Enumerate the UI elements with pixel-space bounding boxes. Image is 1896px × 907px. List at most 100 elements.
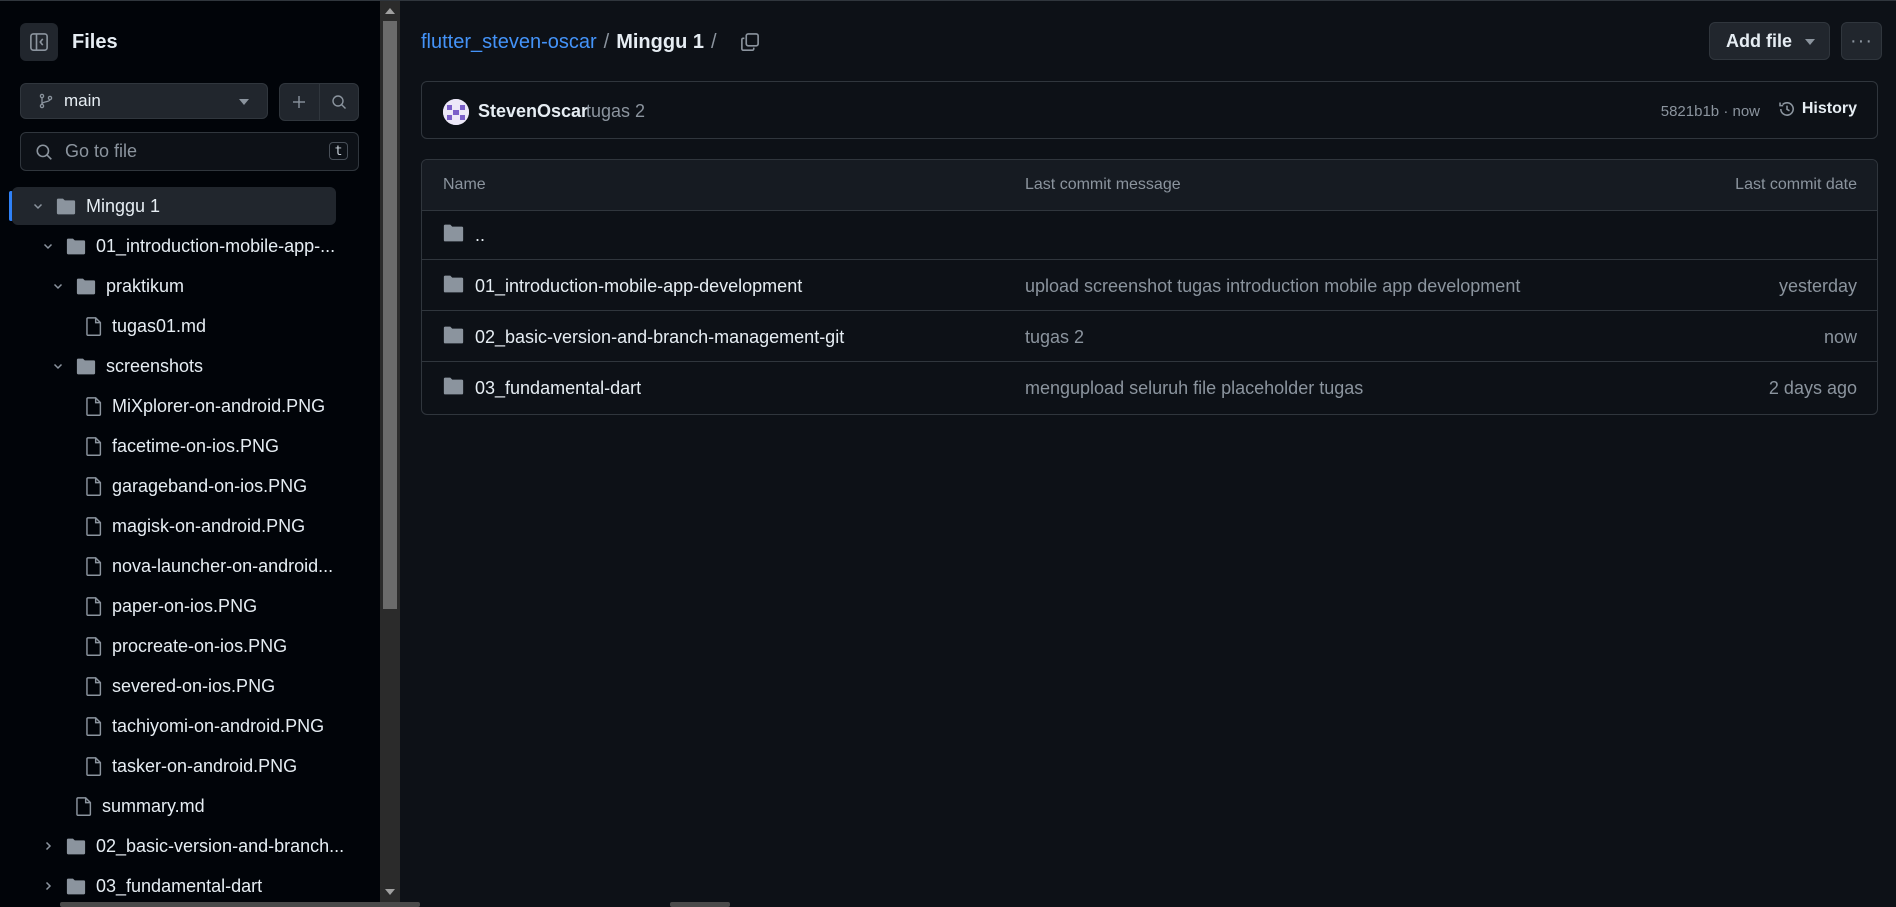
table-row[interactable]: 03_fundamental-dart mengupload seluruh f… xyxy=(422,363,1877,413)
tree-item-label: tasker-on-android.PNG xyxy=(112,755,298,776)
copy-path-button[interactable] xyxy=(740,32,760,52)
tree-folder[interactable]: Minggu 1 xyxy=(12,187,336,225)
more-options-button[interactable]: ··· xyxy=(1841,22,1882,60)
sidebar-title: Files xyxy=(72,30,118,53)
identicon-icon xyxy=(443,99,469,125)
chevron-down-icon[interactable] xyxy=(50,278,66,294)
sidebar-header: Files xyxy=(20,23,118,61)
tree-file[interactable]: procreate-on-ios.PNG xyxy=(0,627,287,665)
tree-folder[interactable]: screenshots xyxy=(0,347,203,385)
go-to-file-input[interactable]: Go to file t xyxy=(20,132,359,171)
tree-file[interactable]: tugas01.md xyxy=(0,307,206,345)
row-name[interactable]: 03_fundamental-dart xyxy=(475,378,641,399)
horizontal-scrollbar-thumb[interactable] xyxy=(60,902,420,907)
folder-icon xyxy=(443,275,464,293)
file-icon xyxy=(76,796,92,816)
tree-item-label: facetime-on-ios.PNG xyxy=(112,435,280,456)
row-name[interactable]: 01_introduction-mobile-app-development xyxy=(475,276,802,297)
add-file-label: Add file xyxy=(1726,30,1792,51)
file-icon xyxy=(86,636,102,656)
tree-item-label: garageband-on-ios.PNG xyxy=(112,475,308,496)
latest-commit-bar: StevenOscar tugas 2 5821b1b · now Histor… xyxy=(421,81,1878,139)
tree-file[interactable]: summary.md xyxy=(0,787,205,825)
file-icon xyxy=(86,436,102,456)
file-icon xyxy=(86,316,102,336)
folder-icon xyxy=(443,224,464,242)
tree-item-label: nova-launcher-on-android... xyxy=(112,555,334,576)
tree-folder[interactable]: 02_basic-version-and-branch... xyxy=(0,827,344,865)
search-placeholder: Go to file xyxy=(65,141,138,161)
search-tree-button[interactable] xyxy=(318,84,359,120)
breadcrumb-separator: / xyxy=(710,30,717,53)
sidebar-scrollbar[interactable] xyxy=(380,1,400,907)
tree-file[interactable]: nova-launcher-on-android... xyxy=(0,547,333,585)
file-tree-sidebar: Files main Go to file t Minggu 1 01_intro… xyxy=(0,1,380,907)
tree-item-label: procreate-on-ios.PNG xyxy=(112,635,288,656)
row-commit-message[interactable]: upload screenshot tugas introduction mob… xyxy=(1025,276,1520,297)
collapse-sidebar-button[interactable] xyxy=(20,23,58,61)
horizontal-scrollbar-thumb[interactable] xyxy=(670,902,730,907)
file-icon xyxy=(86,676,102,696)
tree-item-label: paper-on-ios.PNG xyxy=(112,595,258,616)
tree-file[interactable]: tachiyomi-on-android.PNG xyxy=(0,707,324,745)
tree-file[interactable]: severed-on-ios.PNG xyxy=(0,667,275,705)
git-branch-icon xyxy=(39,93,53,109)
search-icon xyxy=(332,95,346,109)
commit-sha-time[interactable]: 5821b1b · now xyxy=(1661,103,1760,120)
tree-file[interactable]: garageband-on-ios.PNG xyxy=(0,467,307,505)
tree-item-label: MiXplorer-on-android.PNG xyxy=(112,395,326,416)
chevron-down-icon[interactable] xyxy=(30,198,46,214)
scroll-down-arrow-icon[interactable] xyxy=(385,889,395,895)
sidebar-collapse-icon xyxy=(30,33,48,51)
tree-folder[interactable]: 03_fundamental-dart xyxy=(0,867,262,905)
column-header-name: Name xyxy=(443,176,486,193)
column-header-date: Last commit date xyxy=(1735,176,1857,193)
chevron-down-icon[interactable] xyxy=(40,238,56,254)
folder-icon xyxy=(66,878,86,895)
tree-item-label: 03_fundamental-dart xyxy=(96,875,263,896)
row-commit-message[interactable]: mengupload seluruh file placeholder tuga… xyxy=(1025,378,1363,399)
file-icon xyxy=(86,396,102,416)
tree-file[interactable]: paper-on-ios.PNG xyxy=(0,587,257,625)
tree-file[interactable]: MiXplorer-on-android.PNG xyxy=(0,387,325,425)
tree-item-label: summary.md xyxy=(102,795,205,816)
commit-message[interactable]: tugas 2 xyxy=(586,101,645,122)
commit-author[interactable]: StevenOscar xyxy=(478,101,588,122)
search-icon xyxy=(36,143,52,160)
branch-selector[interactable]: main xyxy=(20,83,268,119)
table-row[interactable]: 01_introduction-mobile-app-development u… xyxy=(422,261,1877,311)
scrollbar-thumb[interactable] xyxy=(383,21,397,609)
tree-item-label: 02_basic-version-and-branch... xyxy=(96,835,345,856)
table-row[interactable]: 02_basic-version-and-branch-management-g… xyxy=(422,312,1877,362)
add-file-button[interactable]: Add file xyxy=(1709,22,1830,60)
column-header-message: Last commit message xyxy=(1025,176,1181,193)
tree-file[interactable]: tasker-on-android.PNG xyxy=(0,747,297,785)
history-button[interactable]: History xyxy=(1778,100,1857,118)
tree-file[interactable]: facetime-on-ios.PNG xyxy=(0,427,279,465)
table-header: Name Last commit message Last commit dat… xyxy=(422,160,1877,211)
tree-actions xyxy=(279,83,359,121)
row-name[interactable]: .. xyxy=(475,225,485,246)
breadcrumb-separator: / xyxy=(603,30,610,53)
row-commit-message[interactable]: tugas 2 xyxy=(1025,327,1084,348)
row-commit-date: now xyxy=(1823,327,1857,347)
scroll-up-arrow-icon[interactable] xyxy=(385,8,395,14)
tree-item-label: Minggu 1 xyxy=(86,195,161,216)
table-row-parent[interactable]: .. xyxy=(422,210,1877,260)
tree-item-label: tachiyomi-on-android.PNG xyxy=(112,715,325,736)
avatar[interactable] xyxy=(443,99,469,125)
chevron-right-icon[interactable] xyxy=(40,838,56,854)
tree-folder[interactable]: 01_introduction-mobile-app-... xyxy=(0,227,335,265)
keyboard-shortcut-hint: t xyxy=(329,142,348,160)
add-file-tree-button[interactable] xyxy=(280,84,319,120)
breadcrumb-repo-link[interactable]: flutter_steven-oscar xyxy=(421,31,597,54)
folder-icon xyxy=(66,838,86,855)
row-name[interactable]: 02_basic-version-and-branch-management-g… xyxy=(475,327,844,348)
file-icon xyxy=(86,756,102,776)
chevron-down-icon[interactable] xyxy=(50,358,66,374)
chevron-right-icon[interactable] xyxy=(40,878,56,894)
tree-file[interactable]: magisk-on-android.PNG xyxy=(0,507,305,545)
tree-item-label: screenshots xyxy=(106,355,204,376)
tree-folder[interactable]: praktikum xyxy=(0,267,184,305)
folder-icon xyxy=(66,238,86,255)
